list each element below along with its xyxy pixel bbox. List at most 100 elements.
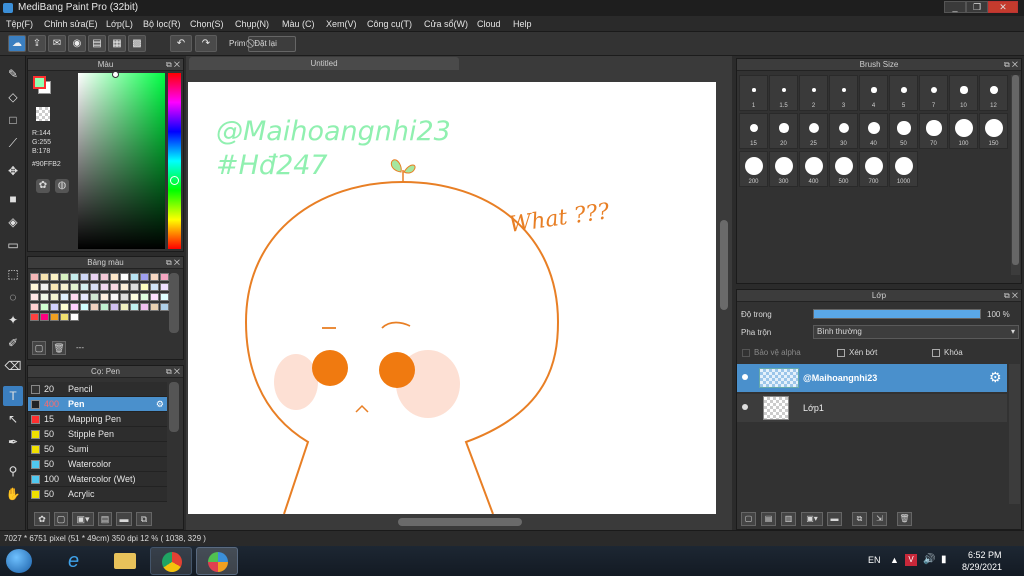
reset-button[interactable]: ⃠ Đặt lại <box>248 36 296 52</box>
canvas-hscroll-thumb[interactable] <box>398 518 522 526</box>
palette-swatch[interactable] <box>50 303 59 311</box>
move-tool-icon[interactable]: ✥ <box>3 161 23 181</box>
protect-alpha-checkbox[interactable] <box>742 349 750 357</box>
palette-swatch[interactable] <box>40 303 49 311</box>
palette-swatch[interactable] <box>70 293 79 301</box>
brush-scrollbar[interactable] <box>169 382 179 432</box>
brush-item[interactable]: 15 Mapping Pen <box>28 412 167 427</box>
palette-swatch[interactable] <box>60 283 69 291</box>
palette-swatch[interactable] <box>140 273 149 281</box>
menu-help[interactable]: Help <box>513 16 532 32</box>
document-tab[interactable]: Untitled <box>189 57 459 70</box>
chrome-icon[interactable] <box>150 547 192 575</box>
palette-swatch[interactable] <box>70 303 79 311</box>
folder-icon[interactable]: ▬ <box>827 512 842 526</box>
lock-checkbox[interactable] <box>932 349 940 357</box>
brush-size-option[interactable]: 15 <box>739 113 768 149</box>
grid-icon[interactable]: ▦ <box>108 35 126 52</box>
canvas[interactable]: @Maihoangnhi23 #Hđ247 What ??? <box>188 82 716 514</box>
brush-item[interactable]: 50 Acrylic <box>28 487 167 502</box>
select-tool-icon[interactable]: ⬚ <box>3 264 23 284</box>
menu-file[interactable]: Tệp(F) <box>6 16 33 32</box>
brush-size-option[interactable]: 7 <box>919 75 948 111</box>
palette-swatch[interactable] <box>80 303 89 311</box>
palette-swatch[interactable] <box>150 273 159 281</box>
merge-layer-icon[interactable]: ⇲ <box>872 512 887 526</box>
brush-size-option[interactable]: 30 <box>829 113 858 149</box>
palette-icon[interactable]: ✿ <box>36 179 50 193</box>
palette-swatch[interactable] <box>110 273 119 281</box>
brush-size-option[interactable]: 2 <box>799 75 828 111</box>
brush-tool-icon[interactable]: ✎ <box>3 64 23 84</box>
palette-swatch[interactable] <box>120 293 129 301</box>
palette-swatch[interactable] <box>150 293 159 301</box>
brush-size-option[interactable]: 1000 <box>889 151 918 187</box>
minimize-button[interactable]: _ <box>944 1 966 13</box>
palette-swatch[interactable] <box>100 273 109 281</box>
folder-icon[interactable]: ▬ <box>116 512 132 526</box>
transparent-swatch[interactable] <box>36 107 50 121</box>
tray-app-icon[interactable]: V <box>905 554 917 566</box>
fill-rect-tool-icon[interactable]: ■ <box>3 189 23 209</box>
brush-size-option[interactable]: 5 <box>889 75 918 111</box>
brush-item[interactable]: 50 Stipple Pen <box>28 427 167 442</box>
tray-arrow-icon[interactable]: ▲ <box>890 555 899 565</box>
menu-window[interactable]: Cửa sổ(W) <box>424 16 468 32</box>
palette-swatch[interactable] <box>100 293 109 301</box>
brush-size-option[interactable]: 40 <box>859 113 888 149</box>
panel-controls-icon[interactable]: ⧉ ✕ <box>166 366 180 378</box>
palette-swatch[interactable] <box>140 283 149 291</box>
brush-size-option[interactable]: 150 <box>979 113 1008 149</box>
layer-scrollbar[interactable] <box>1009 364 1020 504</box>
close-button[interactable]: ✕ <box>988 1 1018 13</box>
palette-swatch[interactable] <box>70 283 79 291</box>
brush-size-scroll-thumb[interactable] <box>1012 75 1019 265</box>
palette-swatch[interactable] <box>160 303 169 311</box>
menu-edit[interactable]: Chỉnh sửa(E) <box>44 16 98 32</box>
add-layer-menu-icon[interactable]: ▣▾ <box>801 512 823 526</box>
palette-swatch[interactable] <box>150 303 159 311</box>
trash-icon[interactable]: 🗑 <box>897 512 912 526</box>
palette-swatch[interactable] <box>60 293 69 301</box>
menu-tools[interactable]: Công cụ(T) <box>367 16 412 32</box>
share-icon[interactable]: ⇪ <box>28 35 46 52</box>
gradient-tool-icon[interactable]: ▭ <box>3 235 23 255</box>
brush-item[interactable]: 100 Watercolor (Wet) <box>28 472 167 487</box>
palette-swatch[interactable] <box>90 273 99 281</box>
ie-icon[interactable]: e <box>58 547 100 575</box>
brush-size-scrollbar[interactable] <box>1011 75 1020 275</box>
brush-size-option[interactable]: 25 <box>799 113 828 149</box>
gear-icon[interactable]: ⚙ <box>156 397 164 412</box>
palette-swatch[interactable] <box>100 283 109 291</box>
gear-icon[interactable]: ⚙ <box>989 369 1002 386</box>
palette-swatch[interactable] <box>120 283 129 291</box>
dropper-tool-icon[interactable]: ⚲ <box>3 461 23 481</box>
palette-swatch[interactable] <box>80 283 89 291</box>
fg-color-swatch[interactable] <box>33 76 46 89</box>
clip-checkbox[interactable] <box>837 349 845 357</box>
panel-controls-icon[interactable]: ⧉ ✕ <box>166 257 180 269</box>
brush-size-option[interactable]: 400 <box>799 151 828 187</box>
palette-swatch[interactable] <box>60 303 69 311</box>
palette-swatch[interactable] <box>160 293 169 301</box>
brush-size-option[interactable]: 1 <box>739 75 768 111</box>
brush-size-option[interactable]: 1.5 <box>769 75 798 111</box>
palette-swatch[interactable] <box>90 293 99 301</box>
canvas-hscrollbar[interactable] <box>188 516 730 528</box>
sv-cursor[interactable] <box>112 71 119 78</box>
brush-menu-icon[interactable]: ▣▾ <box>72 512 94 526</box>
panel-controls-icon[interactable]: ⧉ ✕ <box>166 59 180 71</box>
canvas-vscroll-thumb[interactable] <box>720 220 728 310</box>
lasso-tool-icon[interactable]: ◌ <box>3 287 23 307</box>
brush-item[interactable]: 400 Pen ⚙ <box>28 397 167 412</box>
comment-icon[interactable]: ✉ <box>48 35 66 52</box>
layout-icon[interactable]: ▩ <box>128 35 146 52</box>
maximize-button[interactable]: ❐ <box>966 1 988 13</box>
palette-swatch[interactable] <box>50 313 59 321</box>
hue-cursor[interactable] <box>170 176 179 185</box>
eye-icon[interactable] <box>742 404 748 410</box>
volume-icon[interactable]: 🔊 <box>923 554 935 565</box>
palette-swatch[interactable] <box>50 273 59 281</box>
layer-row[interactable]: Lớp1 <box>737 394 1007 422</box>
palette-swatch[interactable] <box>140 303 149 311</box>
